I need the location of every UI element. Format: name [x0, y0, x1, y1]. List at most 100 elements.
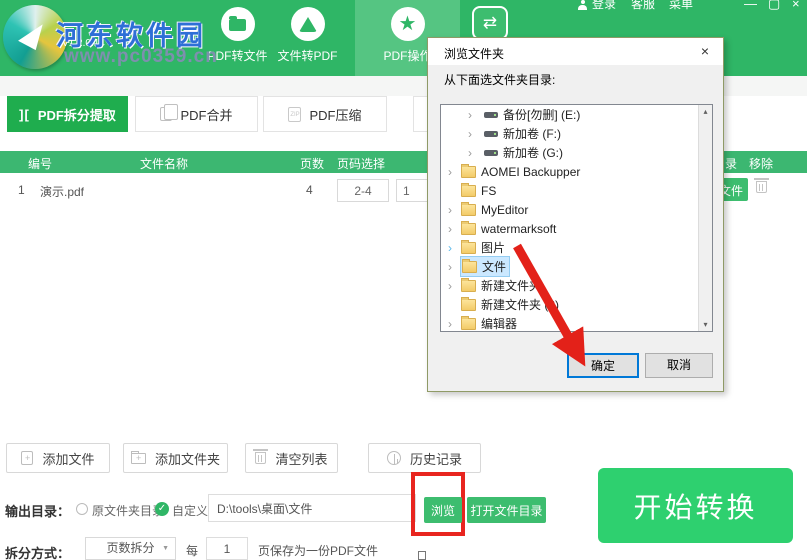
nav-file-to-pdf[interactable]: 文件转PDF [265, 0, 350, 76]
tree-item-watermarksoft[interactable]: › watermarksoft [441, 219, 712, 238]
tree-item-new-folder-2[interactable]: 新建文件夹 (2) [441, 295, 712, 314]
tab-pdf-split[interactable]: PDF拆分提取 [7, 96, 128, 132]
browse-button[interactable]: 浏览 [424, 497, 462, 523]
folder-icon [461, 296, 476, 311]
maximize-button[interactable]: ▢ [768, 0, 780, 12]
split-icon [19, 107, 30, 122]
chevron-right-icon[interactable]: › [448, 261, 461, 273]
dialog-cancel-button[interactable]: 取消 [645, 353, 713, 378]
clear-list-button[interactable]: 清空列表 [245, 443, 338, 473]
col-remove: 移除 [749, 157, 774, 171]
folder-icon [461, 277, 476, 292]
row-pages: 4 [306, 183, 313, 197]
history-button[interactable]: 历史记录 [368, 443, 481, 473]
dialog-prompt: 从下面选文件夹目录: [444, 73, 556, 87]
col-number: 编号 [28, 157, 53, 171]
chevron-right-icon[interactable]: › [448, 280, 461, 292]
add-folder-icon [130, 450, 146, 464]
row-remove-button[interactable] [754, 178, 769, 193]
add-folder-button[interactable]: 添加文件夹 [123, 443, 228, 473]
folder-icon [461, 239, 476, 254]
watermark-site-url: www.pc0359.cn [64, 46, 218, 67]
origin-dir-radio-label[interactable]: 原文件夹目录 [92, 502, 164, 519]
split-mode-label: 拆分方式： [5, 546, 71, 560]
tree-item-drive-f[interactable]: › 新加卷 (F:) [441, 124, 712, 143]
page-range-input[interactable] [337, 179, 389, 202]
minimize-button[interactable]: — [744, 0, 757, 12]
folder-icon [461, 201, 476, 216]
output-path-input[interactable] [208, 494, 416, 522]
tab-pdf-compress[interactable]: PDF压缩 [263, 96, 387, 132]
output-dir-label: 输出目录： [5, 504, 71, 519]
dialog-titlebar[interactable]: 浏览文件夹 × [428, 38, 723, 65]
split-mode-select[interactable]: 页数拆分 [85, 537, 176, 560]
clock-icon [386, 451, 401, 465]
tree-item-aomei[interactable]: › AOMEI Backupper [441, 162, 712, 181]
scroll-up-icon[interactable]: ▴ [699, 107, 712, 116]
scroll-down-icon[interactable]: ▾ [699, 320, 712, 329]
chevron-right-icon[interactable]: › [468, 147, 481, 159]
folder-tree: › 备份[勿删] (E:) › 新加卷 (F:) › 新加卷 (G:) › AO… [440, 104, 713, 332]
folder-icon [461, 182, 476, 197]
zip-icon [288, 106, 302, 122]
chevron-right-icon[interactable]: › [448, 204, 461, 216]
merge-icon [160, 104, 179, 121]
logo-arrow-icon [18, 17, 48, 51]
tree-item-drive-e[interactable]: › 备份[勿删] (E:) [441, 105, 712, 124]
tab-pdf-merge[interactable]: PDF合并 [135, 96, 258, 132]
custom-dir-radio[interactable]: ✓ [155, 502, 169, 516]
folder-icon [461, 315, 476, 330]
tree-item-myeditor[interactable]: › MyEditor [441, 200, 712, 219]
add-file-icon [21, 451, 34, 465]
nav-convert-swap[interactable]: ⇄ [472, 6, 508, 40]
row-number: 1 [18, 183, 25, 197]
pdf-icon [298, 16, 317, 32]
every-label: 每 [186, 544, 199, 558]
chevron-right-icon[interactable]: › [448, 318, 461, 330]
row-filename: 演示.pdf [40, 185, 85, 199]
tree-item-editor[interactable]: › 编辑器 [441, 314, 712, 331]
selected-tree-item: 文件 [459, 256, 511, 277]
person-icon [578, 0, 587, 10]
customer-service-button[interactable]: 客服 [631, 0, 655, 12]
custom-dir-radio-label[interactable]: 自定义 [172, 502, 208, 519]
add-file-button[interactable]: 添加文件 [6, 443, 110, 473]
drive-icon [484, 149, 498, 156]
folder-icon [461, 220, 476, 235]
dialog-ok-button[interactable]: 确定 [567, 353, 639, 378]
cutoff-checkbox[interactable] [418, 551, 426, 560]
pages-per-file-input[interactable] [206, 537, 248, 560]
swap-icon: ⇄ [482, 13, 498, 32]
tree-item-new-folder[interactable]: › 新建文件夹 [441, 276, 712, 295]
dialog-title: 浏览文件夹 [444, 47, 505, 61]
col-page-range: 页码选择 [337, 157, 386, 171]
start-convert-button[interactable]: 开始转换 [598, 468, 793, 543]
close-button[interactable]: × [792, 0, 800, 12]
col-pages: 页数 [300, 157, 325, 171]
chevron-right-icon[interactable]: › [448, 242, 461, 254]
chevron-right-icon[interactable]: › [448, 166, 461, 178]
per-file-suffix-label: 页保存为一份PDF文件 [258, 544, 379, 558]
trash-icon [253, 449, 269, 464]
open-file-dir-button[interactable]: 打开文件目录 [467, 497, 546, 523]
origin-dir-radio[interactable] [76, 503, 88, 515]
star-icon [399, 14, 417, 34]
tree-scrollbar[interactable]: ▴ ▾ [698, 105, 712, 331]
chevron-right-icon[interactable]: › [468, 128, 481, 140]
drive-icon [484, 130, 498, 137]
tree-item-fs[interactable]: FS [441, 181, 712, 200]
app-window: 河东软件园 V1.2.0.14 www.pc0359.cn PDF转文件 文件转… [0, 0, 807, 560]
tree-item-pictures[interactable]: › 图片 [441, 238, 712, 257]
dialog-close-icon[interactable]: × [697, 43, 713, 59]
folder-icon [229, 16, 246, 31]
folder-icon [461, 163, 476, 178]
tree-item-wenjian-selected[interactable]: › 文件 [441, 256, 712, 277]
tree-item-drive-g[interactable]: › 新加卷 (G:) [441, 143, 712, 162]
login-button[interactable]: 登录 [578, 0, 616, 12]
chevron-right-icon[interactable]: › [468, 109, 481, 121]
col-open-dir-partial: 录 [725, 157, 738, 171]
col-filename: 文件名称 [140, 157, 189, 171]
menu-button[interactable]: 菜单 [669, 0, 693, 12]
chevron-right-icon[interactable]: › [448, 223, 461, 235]
folder-icon [462, 258, 477, 273]
